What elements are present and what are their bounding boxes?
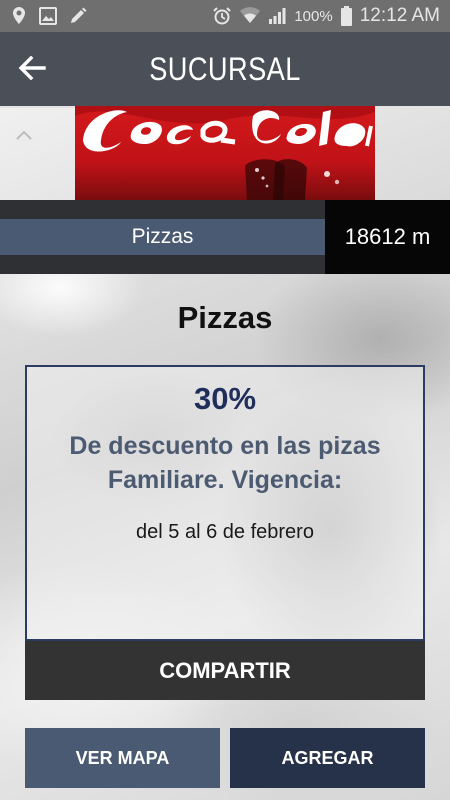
offer-validity: del 5 al 6 de febrero <box>136 521 314 543</box>
edit-icon <box>68 6 88 26</box>
offer-description: De descuento en las pizas Familiare. Vig… <box>69 432 381 494</box>
status-time: 12:12 AM <box>359 5 440 26</box>
chevron-up-icon <box>10 122 38 150</box>
signal-icon <box>268 7 286 25</box>
status-left-icons <box>10 6 88 26</box>
app-bar: SUCURSAL <box>0 32 450 106</box>
promo-image <box>75 106 375 200</box>
category-bar-bottom <box>0 255 325 274</box>
distance-badge: 18612 m <box>325 200 450 274</box>
collapse-button[interactable] <box>10 122 38 150</box>
view-map-button[interactable]: VER MAPA <box>25 728 220 788</box>
status-bar: 100% 12:12 AM <box>0 0 450 32</box>
page-title: SUCURSAL <box>149 50 301 87</box>
offer-title: Pizzas <box>177 300 273 335</box>
category-label: Pizzas <box>0 219 325 255</box>
location-icon <box>10 6 28 26</box>
battery-icon <box>340 6 352 26</box>
battery-percent: 100% <box>294 7 333 25</box>
alarm-icon <box>212 6 232 26</box>
share-button[interactable]: COMPARTIR <box>25 641 425 700</box>
category-row: Pizzas 18612 m <box>0 200 450 274</box>
image-icon <box>38 6 58 26</box>
discount-value: 30% <box>193 381 257 416</box>
add-button[interactable]: AGREGAR <box>230 728 425 788</box>
offer-card: 30% De descuento en las pizas Familiare.… <box>25 365 425 641</box>
status-right-icons: 100% 12:12 AM <box>212 5 440 27</box>
category-bar-top <box>0 200 325 219</box>
wifi-icon <box>240 7 261 25</box>
